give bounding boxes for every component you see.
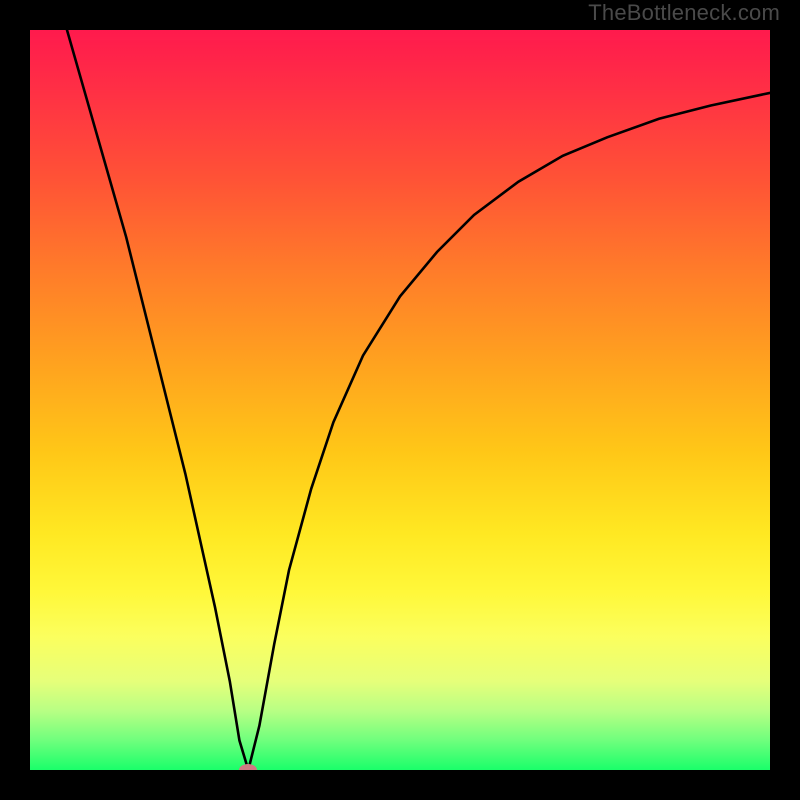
- watermark-text: TheBottleneck.com: [588, 0, 780, 26]
- minimum-marker: [239, 764, 257, 770]
- plot-area: [30, 30, 770, 770]
- bottleneck-curve: [30, 30, 770, 770]
- curve-path: [67, 30, 770, 770]
- chart-frame: TheBottleneck.com: [0, 0, 800, 800]
